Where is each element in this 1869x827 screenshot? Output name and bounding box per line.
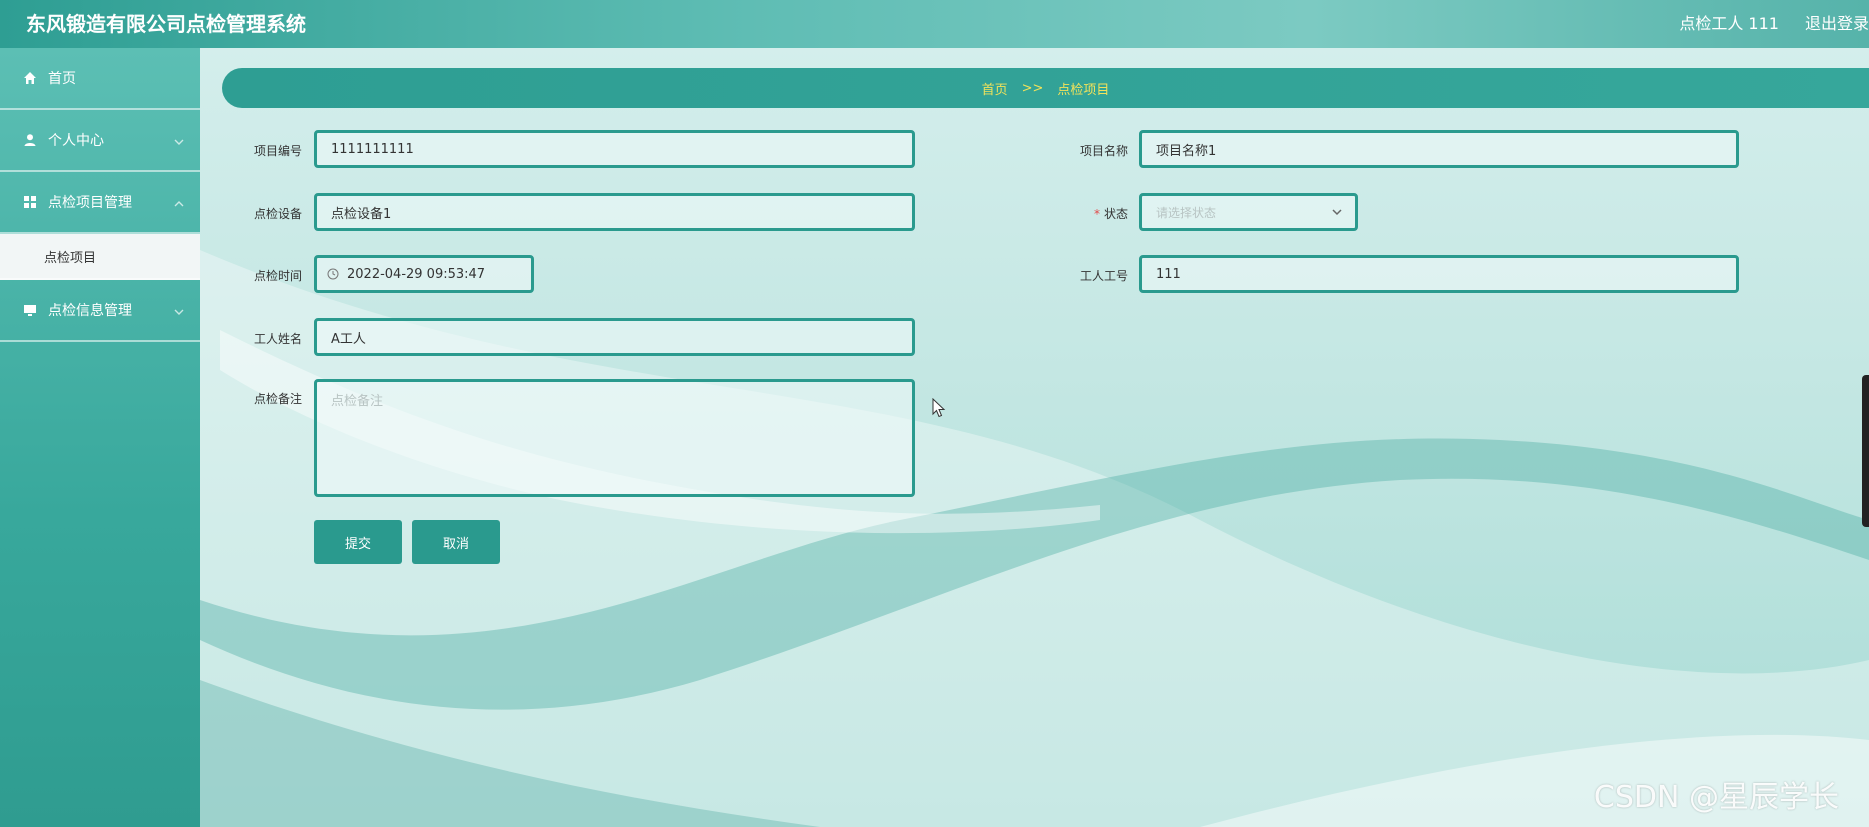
remark-label: 点检备注: [253, 392, 302, 406]
project-no-input[interactable]: [314, 130, 915, 168]
submit-button[interactable]: 提交: [314, 520, 402, 564]
mouse-cursor-icon: [932, 398, 946, 418]
chevron-down-icon: [174, 134, 184, 150]
time-value: 2022-04-29 09:53:47: [347, 266, 486, 282]
device-label: 点检设备: [253, 207, 302, 221]
project-no-label: 项目编号: [253, 144, 302, 158]
remark-textarea[interactable]: [314, 379, 915, 497]
header-right: 点检工人 111 退出登录: [1679, 10, 1869, 34]
grid-icon: [22, 194, 38, 210]
breadcrumb-separator: >>: [1021, 80, 1044, 96]
sidebar-subitem-inspection-project[interactable]: 点检项目: [0, 234, 200, 280]
project-name-input[interactable]: [1139, 130, 1739, 168]
status-select-placeholder: 请选择状态: [1156, 205, 1217, 220]
cancel-button[interactable]: 取消: [412, 520, 500, 564]
sidebar-item-label: 个人中心: [48, 133, 104, 149]
device-input[interactable]: [314, 193, 915, 231]
sidebar-item-personal-center[interactable]: 个人中心: [0, 110, 200, 172]
chevron-up-icon: [174, 196, 184, 212]
status-label: * 状态: [1060, 205, 1128, 222]
clock-icon: [327, 268, 339, 280]
worker-name-label: 工人姓名: [253, 332, 302, 346]
chevron-down-icon: [174, 304, 184, 320]
sidebar-item-inspection-project-management[interactable]: 点检项目管理: [0, 172, 200, 234]
project-name-label: 项目名称: [1079, 144, 1128, 158]
status-label-text: 状态: [1103, 207, 1128, 221]
sidebar-item-label: 点检项目管理: [48, 195, 132, 211]
top-header: 东风锻造有限公司点检管理系统 点检工人 111 退出登录: [0, 0, 1869, 48]
sidebar-item-home[interactable]: 首页: [0, 48, 200, 110]
app-title: 东风锻造有限公司点检管理系统: [26, 12, 306, 36]
sidebar-item-label: 首页: [48, 71, 76, 87]
sidebar-item-inspection-info-management[interactable]: 点检信息管理: [0, 280, 200, 342]
time-label: 点检时间: [253, 269, 302, 283]
watermark-text: CSDN @星辰学长: [1593, 780, 1839, 815]
monitor-icon: [22, 302, 38, 318]
worker-name-input[interactable]: [314, 318, 915, 356]
home-icon: [22, 70, 38, 86]
time-picker[interactable]: 2022-04-29 09:53:47: [314, 255, 534, 293]
sidebar: 首页 个人中心 点检项目管理 点检项目 点检信息管理: [0, 48, 200, 827]
required-mark: *: [1093, 207, 1100, 221]
breadcrumb-current: 点检项目: [1057, 82, 1110, 98]
chevron-down-icon: [1331, 206, 1343, 221]
sidebar-item-label: 点检信息管理: [48, 303, 132, 319]
worker-no-input[interactable]: [1139, 255, 1739, 293]
breadcrumb: 首页 >> 点检项目: [222, 68, 1869, 108]
status-select[interactable]: 请选择状态: [1139, 193, 1358, 231]
logout-link[interactable]: 退出登录: [1805, 10, 1869, 34]
user-icon: [22, 132, 38, 148]
worker-no-label: 工人工号: [1079, 269, 1128, 283]
scrollbar-handle[interactable]: [1862, 375, 1869, 527]
current-user-label: 点检工人 111: [1679, 14, 1779, 33]
breadcrumb-home-link[interactable]: 首页: [982, 79, 1008, 98]
